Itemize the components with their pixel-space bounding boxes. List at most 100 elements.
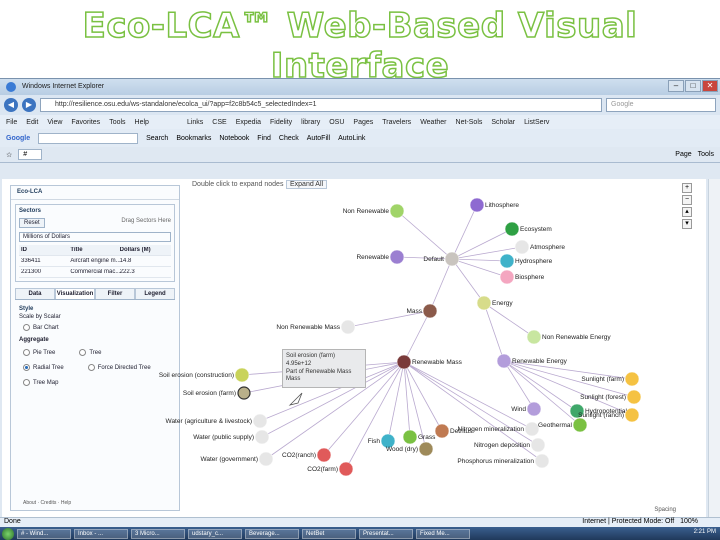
graph-node-circle[interactable] — [338, 461, 354, 477]
graph-node-nonrenewenergy[interactable]: Non Renewable Energy — [526, 329, 611, 345]
graph-node-circle[interactable] — [389, 249, 405, 265]
zoom-level[interactable]: 100% — [680, 518, 698, 525]
graph-node-circle[interactable] — [572, 417, 588, 433]
graph-node-circle[interactable] — [402, 429, 418, 445]
graph-node-circle[interactable] — [418, 441, 434, 457]
link-links[interactable]: Links — [187, 119, 203, 126]
taskbar-item[interactable]: Fixed Me... — [416, 529, 470, 539]
graph-node-circle[interactable] — [476, 295, 492, 311]
graph-node-circle[interactable] — [258, 451, 274, 467]
graph-node-circle[interactable] — [434, 423, 450, 439]
taskbar-item[interactable]: udstary_c... — [188, 529, 242, 539]
graph-node-renewable[interactable]: Renewable — [356, 249, 405, 265]
page-scrollbar[interactable] — [708, 179, 720, 517]
graph-node-co2farm[interactable]: CO2(farm) — [307, 461, 354, 477]
taskbar-item[interactable]: Presentat... — [359, 529, 413, 539]
graph-node-circle[interactable] — [624, 371, 640, 387]
graph-node-lithosphere[interactable]: Lithosphere — [469, 197, 519, 213]
menu-item-favorites[interactable]: Favorites — [71, 119, 100, 126]
graph-node-circle[interactable] — [444, 251, 460, 267]
url-field[interactable]: http://resilience.osu.edu/ws-standalone/… — [40, 98, 602, 112]
graph-node-geo[interactable]: Geothermal — [538, 417, 588, 433]
graph-node-circle[interactable] — [254, 429, 270, 445]
link-listserv[interactable]: ListServ — [524, 119, 549, 126]
graph-node-default[interactable]: Default — [423, 251, 460, 267]
back-button[interactable]: ◀ — [4, 98, 18, 112]
graph-node-hydrosphere[interactable]: Hydrosphere — [499, 253, 553, 269]
graph-node-mass[interactable]: Mass — [406, 303, 438, 319]
graph-node-circle[interactable] — [514, 239, 530, 255]
graph-node-sunforest[interactable]: Sunlight (forest) — [580, 389, 642, 405]
graph-node-circle[interactable] — [530, 437, 546, 453]
graph-node-energy[interactable]: Energy — [476, 295, 513, 311]
graph-node-circle[interactable] — [316, 447, 332, 463]
graph-node-circle[interactable] — [524, 421, 540, 437]
graph-node-renewenergy[interactable]: Renewable Energy — [496, 353, 568, 369]
graph-node-waterag[interactable]: Water (agriculture & livestock) — [166, 413, 268, 429]
graph-node-nonrenew[interactable]: Non Renewable — [343, 203, 405, 219]
graph-node-circle[interactable] — [526, 401, 542, 417]
graph-node-circle[interactable] — [499, 253, 515, 269]
menu-item-view[interactable]: View — [47, 119, 62, 126]
link-net-sols[interactable]: Net-Sols — [456, 119, 483, 126]
notebook-button[interactable]: Notebook — [219, 135, 249, 142]
graph-node-circle[interactable] — [469, 197, 485, 213]
taskbar-item[interactable]: # - Wind... — [17, 529, 71, 539]
graph-node-circle[interactable] — [624, 407, 640, 423]
close-button[interactable]: ✕ — [702, 80, 718, 92]
radial-tree-graph[interactable]: Default Non Renewable Lithosphere Ecosystem… — [2, 179, 692, 517]
graph-node-circle[interactable] — [252, 413, 268, 429]
search-input[interactable]: Google — [606, 98, 716, 112]
graph-node-sunfarm[interactable]: Sunlight (farm) — [581, 371, 640, 387]
maximize-button[interactable]: □ — [685, 80, 701, 92]
menu-item-file[interactable]: File — [6, 119, 17, 126]
graph-node-waterpub[interactable]: Water (public supply) — [193, 429, 270, 445]
graph-node-nitrodep[interactable]: Nitrogen deposition — [474, 437, 546, 453]
graph-node-circle[interactable] — [340, 319, 356, 335]
graph-node-circle[interactable] — [526, 329, 542, 345]
link-library[interactable]: library — [301, 119, 320, 126]
graph-node-watergov[interactable]: Water (government) — [200, 451, 274, 467]
link-weather[interactable]: Weather — [420, 119, 446, 126]
pan-up-icon[interactable]: ▴ — [682, 207, 692, 217]
start-button[interactable] — [2, 528, 14, 540]
graph-node-co2ranch[interactable]: CO2(ranch) — [282, 447, 332, 463]
graph-node-biosphere[interactable]: Biosphere — [499, 269, 545, 285]
taskbar-item[interactable]: 3 Micro... — [131, 529, 185, 539]
find-button[interactable]: Find — [257, 135, 271, 142]
bookmarks-button[interactable]: Bookmarks — [176, 135, 211, 142]
zoom-out-icon[interactable]: − — [682, 195, 692, 205]
graph-node-circle[interactable] — [496, 353, 512, 369]
graph-node-circle[interactable] — [534, 453, 550, 469]
page-menu[interactable]: Page — [675, 151, 691, 158]
autofill-button[interactable]: AutoFill — [307, 135, 330, 142]
tools-menu[interactable]: Tools — [698, 151, 714, 158]
minimize-button[interactable]: – — [668, 80, 684, 92]
graph-node-ecosystem[interactable]: Ecosystem — [504, 221, 552, 237]
link-fidelity[interactable]: Fidelity — [270, 119, 292, 126]
graph-node-grass[interactable]: Grass — [402, 429, 436, 445]
graph-node-circle[interactable] — [237, 386, 251, 400]
taskbar-item[interactable]: Inbox - ... — [74, 529, 128, 539]
graph-node-circle[interactable] — [626, 389, 642, 405]
link-cse[interactable]: CSE — [212, 119, 226, 126]
graph-node-wind[interactable]: Wind — [511, 401, 542, 417]
favorites-star-icon[interactable]: ☆ — [6, 151, 12, 159]
menu-item-help[interactable]: Help — [135, 119, 149, 126]
forward-button[interactable]: ▶ — [22, 98, 36, 112]
link-pages[interactable]: Pages — [353, 119, 373, 126]
google-search-button[interactable]: Search — [146, 135, 168, 142]
link-expedia[interactable]: Expedia — [236, 119, 261, 126]
graph-node-circle[interactable] — [396, 354, 412, 370]
taskbar-item[interactable]: NetBet — [302, 529, 356, 539]
autolink-button[interactable]: AutoLink — [338, 135, 365, 142]
link-osu[interactable]: OSU — [329, 119, 344, 126]
graph-node-soilfarm[interactable]: Soil erosion (farm) — [183, 386, 251, 400]
graph-node-renewmass[interactable]: Renewable Mass — [396, 354, 463, 370]
link-travelers[interactable]: Travelers — [382, 119, 411, 126]
check-button[interactable]: Check — [279, 135, 299, 142]
taskbar-item[interactable]: Beverage... — [245, 529, 299, 539]
graph-node-circle[interactable] — [499, 269, 515, 285]
graph-node-nonrenewmass[interactable]: Non Renewable Mass — [276, 319, 356, 335]
graph-node-circle[interactable] — [504, 221, 520, 237]
